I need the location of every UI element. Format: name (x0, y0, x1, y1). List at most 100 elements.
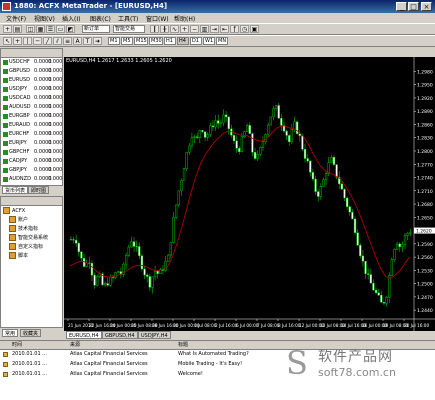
col-headline[interactable]: 标题 (178, 341, 188, 349)
tab-tick-chart[interactable]: 即时图 (28, 186, 50, 194)
tile-windows-icon[interactable]: ▥ (200, 25, 209, 33)
label-icon[interactable]: T (83, 37, 92, 45)
y-tick-label: 1.2680 (417, 202, 433, 208)
channel-icon[interactable]: ⫽ (53, 37, 62, 45)
navigator-item-scripts[interactable]: 脚本 (9, 252, 28, 261)
market-watch-row[interactable]: USDCAD0.00000.0000 (2, 94, 62, 103)
data-window-icon[interactable]: ▦ (36, 25, 45, 33)
period-h1[interactable]: H1 (164, 37, 176, 45)
period-m1[interactable]: M1 (108, 37, 120, 45)
menu-tools[interactable]: 工具(T) (118, 14, 138, 23)
indicators-icon[interactable]: ƒ (230, 25, 239, 33)
period-m30[interactable]: M30 (149, 37, 163, 45)
new-order-button[interactable]: 新订单 (82, 25, 110, 33)
market-watch-row[interactable]: EURUSD0.00000.0000 (2, 76, 62, 85)
folder-icon (3, 207, 10, 214)
period-d1[interactable]: D1 (190, 37, 202, 45)
navigator-item-custom-indicators[interactable]: 自定义指标 (9, 243, 43, 252)
vertical-line-icon[interactable]: │ (23, 37, 32, 45)
candle-body (343, 189, 346, 199)
candle-body (80, 251, 83, 259)
symbol: USDJPY (9, 86, 28, 92)
watermark-url: soft78.com.cn (318, 366, 396, 379)
fibonacci-icon[interactable]: ≡ (63, 37, 72, 45)
zoom-out-icon[interactable]: − (190, 25, 199, 33)
zoom-in-icon[interactable]: + (180, 25, 189, 33)
chart-tab-eurusd[interactable]: EURUSD,H4 (66, 331, 102, 339)
bar-chart-icon[interactable]: ┃ (150, 25, 159, 33)
market-watch-row[interactable]: EURJPY0.00000.0000 (2, 139, 62, 148)
menu-help[interactable]: 帮助(H) (174, 14, 195, 23)
candle-body (264, 134, 267, 143)
price-chart[interactable]: 1.2980 1.2950 1.2920 1.2890 1.2860 1.2830 1.28… (64, 57, 435, 331)
market-watch-icon[interactable]: ◫ (26, 25, 35, 33)
minimize-button[interactable]: _ (396, 2, 407, 11)
text-icon[interactable]: A (73, 37, 82, 45)
navigator-icon[interactable]: ☰ (46, 25, 55, 33)
horizontal-line-icon[interactable]: ─ (33, 37, 42, 45)
menu-window[interactable]: 窗口(W) (146, 14, 169, 23)
chart-tab-usdjpy[interactable]: USDJPY,H4 (138, 331, 171, 339)
menu-chart[interactable]: 图表(C) (90, 14, 111, 23)
candle-body (109, 277, 112, 286)
candlestick-icon[interactable]: ╂ (160, 25, 169, 33)
maximize-button[interactable]: □ (408, 2, 419, 11)
profiles-icon[interactable]: ▤ (13, 25, 22, 33)
tab-symbols[interactable]: 货币列表 (2, 186, 29, 194)
arrow-icon[interactable]: ➜ (93, 37, 102, 45)
market-watch-row[interactable]: EURAUD0.00000.0000 (2, 121, 62, 130)
auto-scroll-icon[interactable]: ⇥ (210, 25, 219, 33)
tab-common[interactable]: 常用 (2, 329, 19, 337)
candle-body (203, 131, 207, 138)
period-h4[interactable]: H4 (177, 37, 189, 45)
market-watch-row[interactable]: EURGBP0.00000.0000 (2, 112, 62, 121)
market-watch-row[interactable]: EURCHF0.00000.0000 (2, 130, 62, 139)
market-watch-row[interactable]: USDCHF0.00000.0000 (2, 58, 62, 67)
market-watch-row[interactable]: AUDNZD0.00000.0000 (2, 175, 62, 184)
close-button[interactable]: × (421, 2, 432, 11)
periods-icon[interactable]: ◷ (240, 25, 249, 33)
tester-icon[interactable]: ◩ (66, 25, 75, 33)
navigator-root[interactable]: ACFX (3, 207, 25, 216)
period-w1[interactable]: W1 (203, 37, 215, 45)
watermark-title: 软件产品网 (318, 349, 393, 365)
candle-body (324, 173, 328, 180)
candle-body (243, 131, 246, 137)
line-chart-icon[interactable]: ∿ (170, 25, 179, 33)
navigator-header (1, 197, 62, 206)
period-m15[interactable]: M15 (134, 37, 148, 45)
chart-canvas[interactable]: 1.2980 1.2950 1.2920 1.2890 1.2860 1.2830 1.28… (64, 57, 435, 331)
market-watch-row[interactable]: GBPUSD0.00000.0000 (2, 67, 62, 76)
experts-folder-icon (9, 234, 16, 241)
expert-advisors-button[interactable]: 智能交易 (113, 25, 145, 33)
tab-favorites[interactable]: 收藏夹 (20, 329, 42, 337)
menu-insert[interactable]: 插入(I) (62, 14, 80, 23)
menu-view[interactable]: 视图(V) (34, 14, 55, 23)
candle-body (127, 246, 130, 256)
navigator-item-experts[interactable]: 智能交易系统 (9, 234, 48, 243)
trendline-icon[interactable]: ╱ (43, 37, 52, 45)
x-tick-label: 1 Jul 08:00 (194, 323, 217, 328)
menu-file[interactable]: 文件(F) (6, 14, 26, 23)
new-chart-icon[interactable]: + (3, 25, 12, 33)
market-watch-row[interactable]: GBPCHF0.00000.0000 (2, 148, 62, 157)
col-time[interactable]: 时间 (12, 341, 22, 349)
col-source[interactable]: 来源 (70, 341, 80, 349)
period-m5[interactable]: M5 (121, 37, 133, 45)
market-watch-row[interactable]: USDJPY0.00000.0000 (2, 85, 62, 94)
chart-shift-icon[interactable]: ⇤ (220, 25, 229, 33)
candle-body (151, 276, 154, 288)
market-watch-row[interactable]: CADJPY0.00000.0000 (2, 157, 62, 166)
candle-body (382, 302, 386, 304)
crosshair-icon[interactable]: + (13, 37, 22, 45)
watermark: S 软件产品网 soft78.com.cn (286, 346, 434, 386)
market-watch-row[interactable]: GBPJPY0.00000.0000 (2, 166, 62, 175)
market-watch-row[interactable]: AUDUSD0.00000.0000 (2, 103, 62, 112)
period-mn[interactable]: MN (216, 37, 228, 45)
terminal-icon[interactable]: ▭ (56, 25, 65, 33)
chart-tab-gbpusd[interactable]: GBPUSD,H4 (102, 331, 138, 339)
navigator-item-accounts[interactable]: 账户 (9, 216, 28, 225)
navigator-item-indicators[interactable]: 技术指标 (9, 225, 38, 234)
cursor-icon[interactable]: ↖ (3, 37, 12, 45)
templates-icon[interactable]: ▣ (250, 25, 259, 33)
